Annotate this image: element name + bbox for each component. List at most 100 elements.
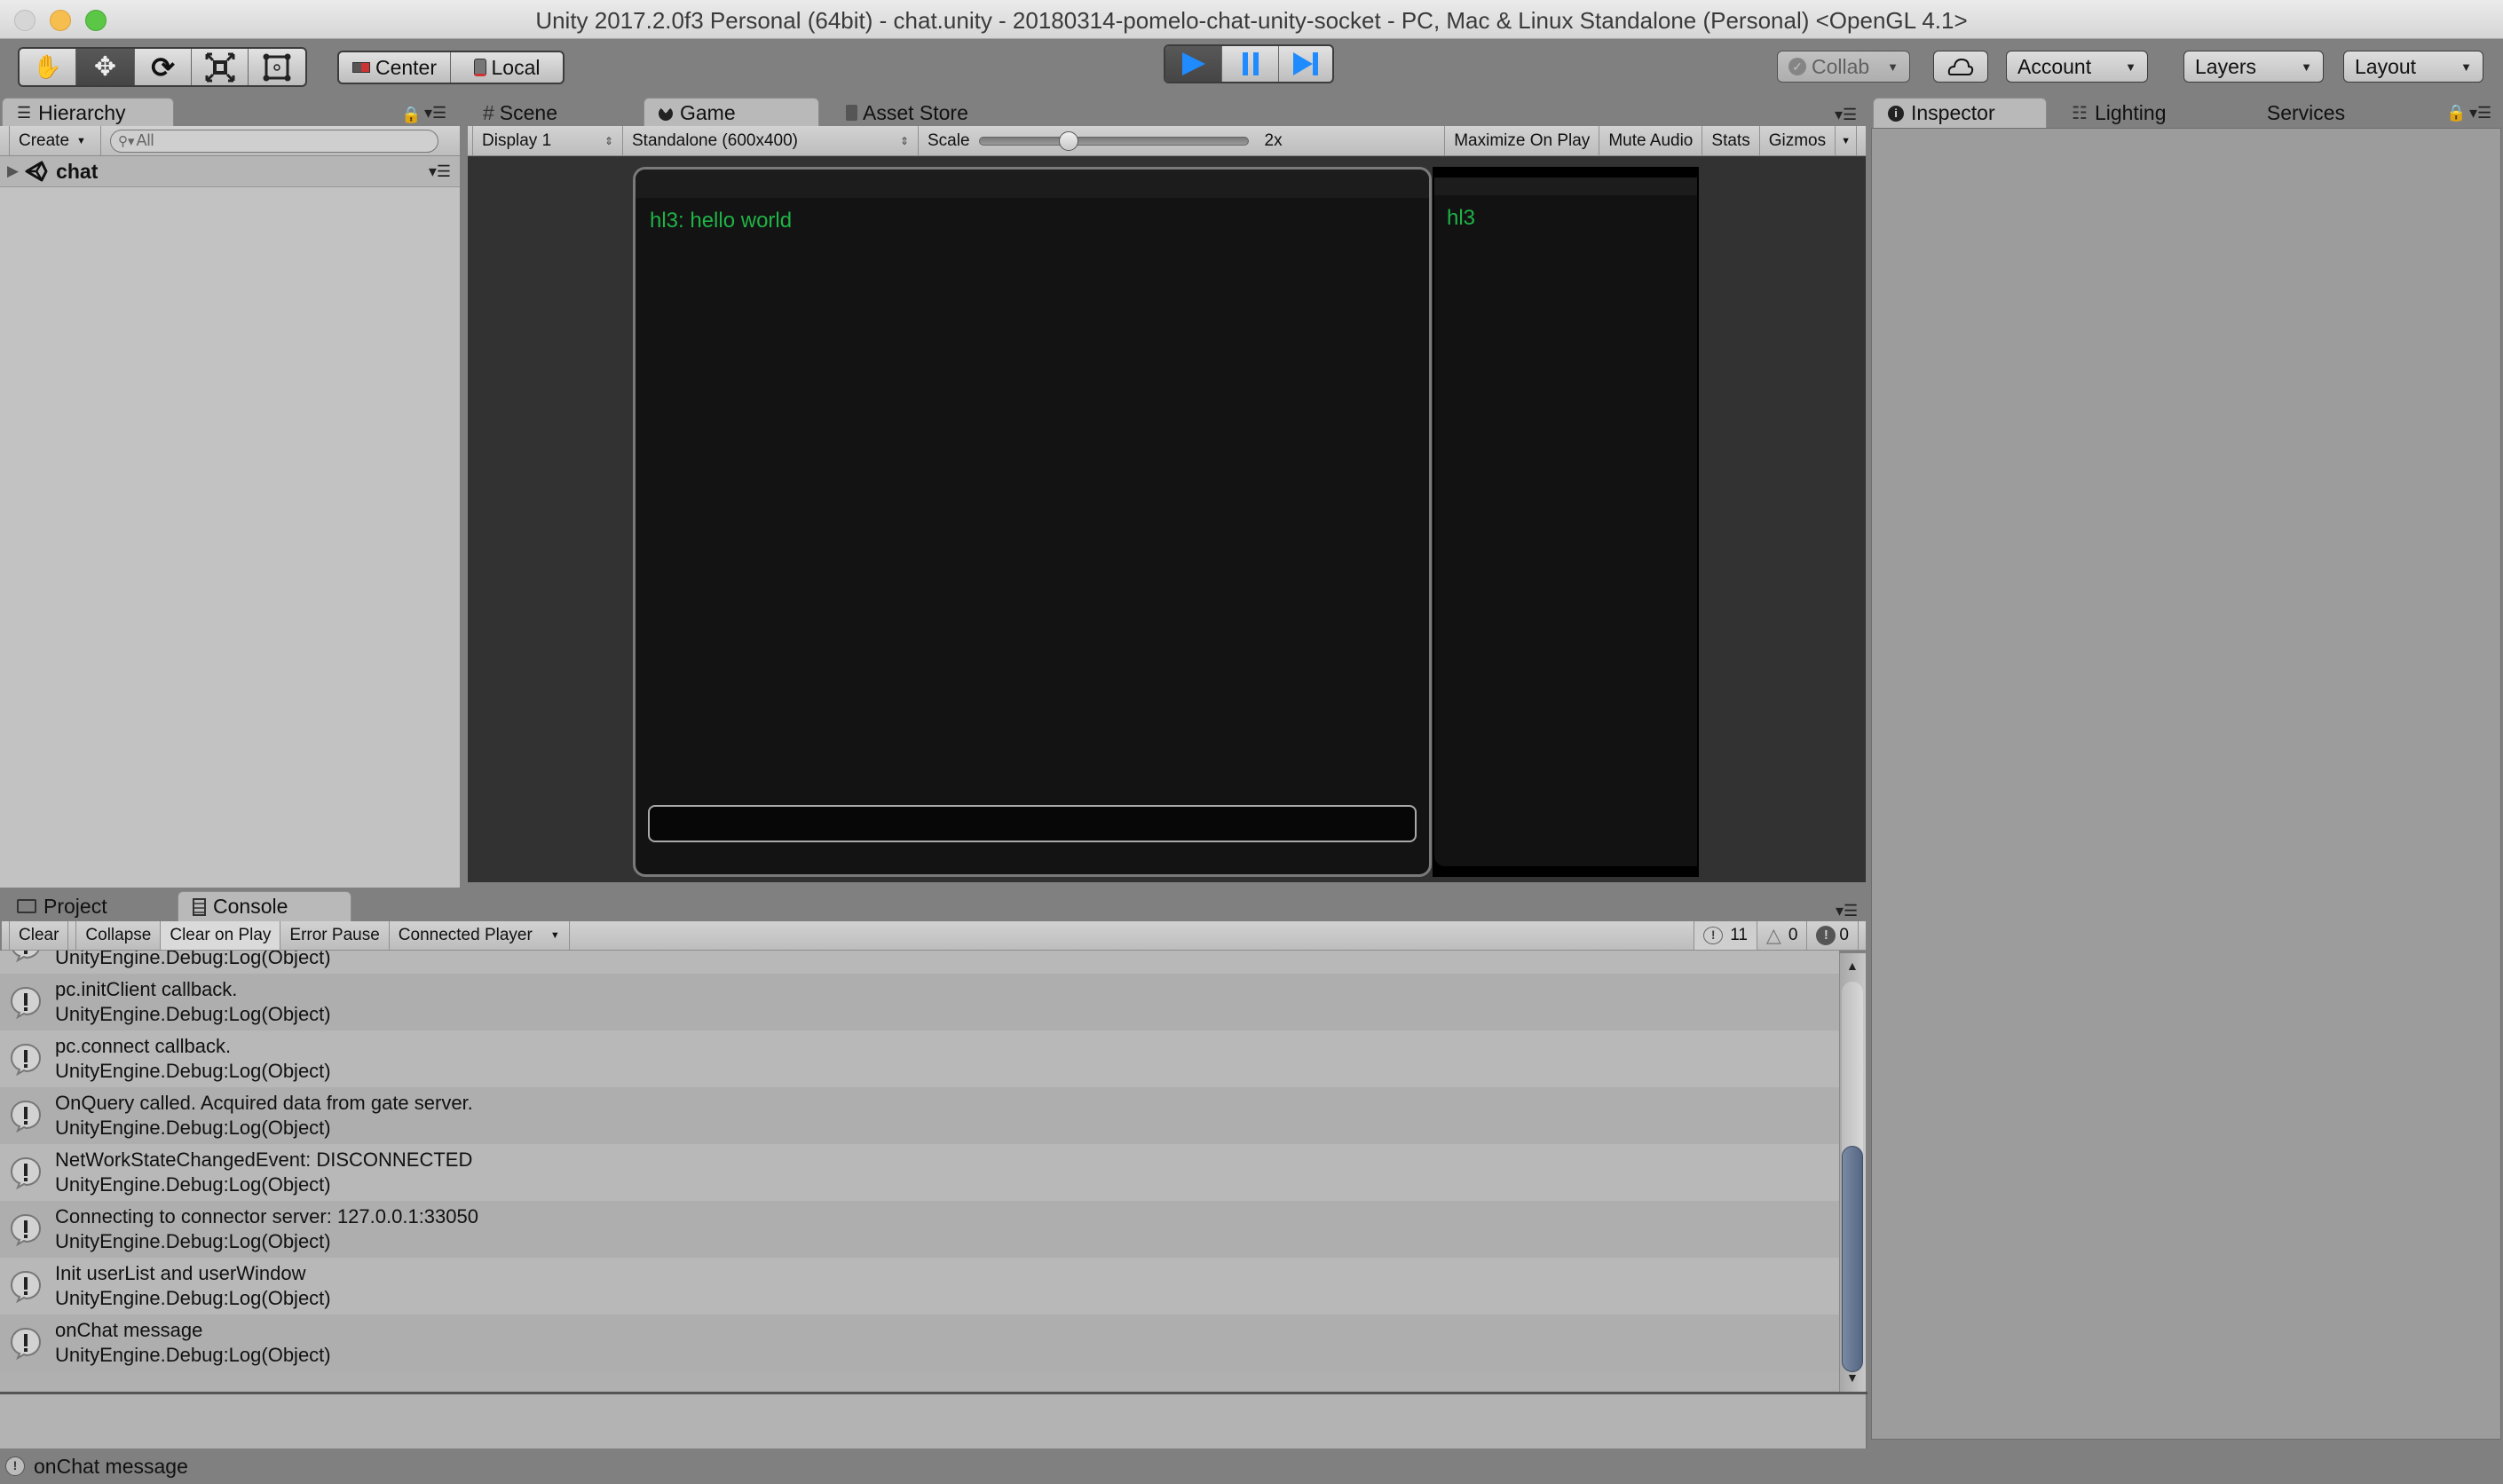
rotate-tool-button[interactable]: ⟳	[135, 49, 192, 85]
console-log-row[interactable]: Init userList and userWindow UnityEngine.…	[0, 1258, 1839, 1314]
maximize-on-play-toggle[interactable]: Maximize On Play	[1444, 126, 1600, 155]
gizmos-toggle[interactable]: Gizmos	[1760, 126, 1836, 155]
collab-dropdown[interactable]: ✓ Collab ▼	[1777, 51, 1910, 83]
log-text: OnQuery called. Acquired data from gate …	[55, 1091, 473, 1141]
tab-project-label: Project	[43, 894, 107, 918]
console-icon	[193, 897, 206, 916]
scale-tool-button[interactable]	[192, 49, 249, 85]
scale-slider[interactable]	[978, 130, 1249, 151]
play-icon	[1181, 52, 1205, 75]
panel-menu-icon[interactable]: ▾☰	[1836, 902, 1858, 920]
tab-asset-store[interactable]: Asset Store	[832, 98, 1000, 128]
error-pause-label: Error Pause	[289, 926, 380, 944]
panel-menu-icon[interactable]: ▾☰	[424, 104, 446, 122]
status-bar[interactable]: ! onChat message	[0, 1448, 2503, 1484]
play-button[interactable]	[1165, 46, 1222, 82]
panel-menu-icon[interactable]: ▾☰	[2469, 104, 2491, 122]
layers-label: Layers	[2195, 54, 2257, 78]
scale-slider-thumb[interactable]	[1059, 130, 1079, 151]
tab-project[interactable]: Project	[3, 891, 171, 921]
layers-dropdown[interactable]: Layers ▼	[2183, 51, 2324, 83]
expand-arrow-icon[interactable]: ▶	[7, 162, 19, 180]
error-pause-toggle[interactable]: Error Pause	[280, 921, 390, 950]
scene-row-chat[interactable]: ▶ chat ▾☰	[0, 156, 460, 187]
user-list-item[interactable]: hl3	[1447, 206, 1475, 231]
stats-toggle[interactable]: Stats	[1702, 126, 1760, 155]
tab-inspector-label: Inspector	[1911, 101, 1995, 124]
collapse-toggle[interactable]: Collapse	[75, 921, 162, 950]
inspector-panel: i Inspector ☷ Lighting Services 🔒 ▾☰	[1871, 95, 2503, 1448]
log-message: pc.connect callback.	[55, 1035, 232, 1057]
panel-menu-icon[interactable]: ▾☰	[1835, 106, 1857, 124]
scale-label: Scale	[928, 130, 970, 150]
scroll-up-arrow-icon[interactable]: ▲	[1846, 959, 1859, 973]
tab-hierarchy-label: Hierarchy	[38, 101, 126, 124]
log-text: pc.initClient callback. UnityEngine.Debug…	[55, 977, 331, 1027]
log-stack-trace: UnityEngine.Debug:Log(Object)	[55, 951, 331, 968]
display-dropdown[interactable]: Display 1 ⇕	[472, 126, 623, 155]
create-dropdown[interactable]: Create ▼	[9, 126, 101, 155]
warning-filter-toggle[interactable]: △ 0	[1757, 921, 1808, 950]
log-filter-toggle[interactable]: ! 11	[1694, 921, 1757, 950]
console-log-row[interactable]: pc.initClient callback. UnityEngine.Debug…	[0, 974, 1839, 1030]
pause-icon	[1242, 52, 1259, 75]
console-panel: Project Console ▾☰ Clear Collapse Clear …	[0, 889, 1867, 1448]
hierarchy-search-input[interactable]: ⚲▾ All	[110, 129, 438, 153]
gizmos-dropdown[interactable]: ▼	[1836, 126, 1857, 155]
account-dropdown[interactable]: Account ▼	[2006, 51, 2148, 83]
connected-player-label: Connected Player	[398, 926, 533, 944]
pivot-local-button[interactable]: Local	[451, 52, 563, 83]
pivot-toggles: Center Local	[337, 51, 565, 84]
log-stack-trace: UnityEngine.Debug:Log(Object)	[55, 1287, 331, 1309]
error-filter-toggle[interactable]: ! 0	[1807, 921, 1859, 950]
connected-player-dropdown[interactable]: Connected Player ▼	[390, 921, 570, 950]
tab-hierarchy[interactable]: ☰ Hierarchy	[2, 98, 174, 128]
log-message: Connecting to connector server: 127.0.0.…	[55, 1205, 478, 1227]
console-log-row[interactable]: onChat message UnityEngine.Debug:Log(Obje…	[0, 1314, 1839, 1371]
pause-button[interactable]	[1222, 46, 1279, 82]
console-log-row[interactable]: NetWorkStateChangedEvent: CONNECTEDUnity…	[0, 951, 1839, 974]
user-window: hl3	[1433, 167, 1699, 877]
tab-lighting[interactable]: ☷ Lighting	[2057, 98, 2226, 128]
lock-icon[interactable]: 🔒	[2446, 104, 2466, 122]
lock-icon[interactable]: 🔒	[401, 106, 421, 124]
console-log-row[interactable]: NetWorkStateChangedEvent: DISCONNECTED Un…	[0, 1144, 1839, 1201]
tab-inspector[interactable]: i Inspector	[1873, 98, 2047, 128]
tab-game[interactable]: Game	[644, 98, 819, 128]
game-toolbar: Display 1 ⇕ Standalone (600x400) ⇕ Scale…	[468, 126, 1866, 156]
rect-tool-button[interactable]	[249, 49, 305, 85]
scroll-down-arrow-icon[interactable]: ▼	[1846, 1370, 1859, 1385]
resolution-label: Standalone (600x400)	[632, 130, 798, 150]
resolution-dropdown[interactable]: Standalone (600x400) ⇕	[623, 126, 919, 155]
tab-asset-store-label: Asset Store	[863, 100, 968, 124]
hierarchy-list-icon: ☰	[17, 104, 32, 122]
tab-console[interactable]: Console	[178, 891, 351, 921]
hand-tool-button[interactable]: ✋	[20, 49, 76, 85]
log-message: NetWorkStateChangedEvent: DISCONNECTED	[55, 1149, 473, 1171]
console-log-row[interactable]: pc.connect callback. UnityEngine.Debug:Lo…	[0, 1030, 1839, 1087]
log-message: onChat message	[55, 1319, 203, 1341]
cloud-services-button[interactable]	[1933, 51, 1988, 83]
scroll-thumb[interactable]	[1842, 1146, 1863, 1372]
console-log-row[interactable]: OnQuery called. Acquired data from gate …	[0, 1087, 1839, 1144]
tab-services[interactable]: Services	[2226, 98, 2386, 128]
pivot-center-button[interactable]: Center	[339, 52, 451, 83]
step-button[interactable]	[1279, 46, 1332, 82]
console-scrollbar[interactable]: ▲ ▼	[1839, 953, 1866, 1394]
window-title: Unity 2017.2.0f3 Personal (64bit) - chat…	[535, 7, 1968, 34]
tab-scene[interactable]: # Scene	[469, 98, 621, 128]
clear-on-play-toggle[interactable]: Clear on Play	[161, 921, 281, 950]
console-log-row[interactable]: Connecting to connector server: 127.0.0.…	[0, 1201, 1839, 1258]
chat-input[interactable]	[648, 805, 1417, 842]
clear-button[interactable]: Clear	[9, 921, 69, 950]
move-tool-button[interactable]: ✥	[76, 49, 135, 85]
chevron-down-icon: ▼	[76, 135, 86, 146]
scene-menu-icon[interactable]: ▾☰	[429, 162, 451, 181]
info-bubble-icon	[10, 986, 42, 1019]
mute-audio-toggle[interactable]: Mute Audio	[1599, 126, 1703, 155]
layout-dropdown[interactable]: Layout ▼	[2343, 51, 2483, 83]
chevron-down-icon: ▼	[2125, 59, 2136, 74]
info-bubble-icon	[10, 1100, 42, 1133]
log-stack-trace: UnityEngine.Debug:Log(Object)	[55, 1173, 331, 1196]
